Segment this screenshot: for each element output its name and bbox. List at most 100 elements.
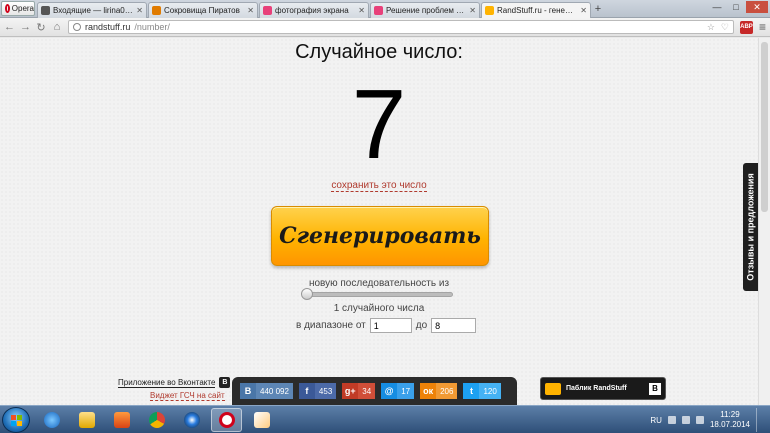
tab-title: Входящие — lirina07@ra xyxy=(53,6,133,15)
share-mail-button[interactable]: @17 xyxy=(381,383,415,399)
media-player-icon xyxy=(113,412,130,428)
range-to-label: до xyxy=(415,320,428,331)
url-host: randstuff.ru xyxy=(85,22,131,32)
share-count: 17 xyxy=(397,383,415,399)
bookmark-star-icon[interactable]: ☆ xyxy=(707,22,715,33)
taskbar-ie[interactable] xyxy=(36,408,67,432)
mail-icon xyxy=(41,6,50,15)
new-tab-button[interactable]: + xyxy=(592,2,604,16)
vk-app-link[interactable]: Приложение во Вконтакте B xyxy=(118,377,231,388)
tray-arrow-icon[interactable] xyxy=(667,416,676,424)
google-plus-icon: g+ xyxy=(342,383,359,399)
taskbar-apps xyxy=(36,408,277,432)
slider-knob[interactable] xyxy=(301,288,313,300)
home-icon[interactable]: ⌂ xyxy=(52,21,62,33)
vk-icon xyxy=(263,6,272,15)
share-count: 206 xyxy=(436,383,458,399)
volume-icon[interactable] xyxy=(695,416,704,424)
share-count: 440 092 xyxy=(256,383,293,399)
share-bar: B 440 092 f 453 g+ 34 @17 ок 206 t 120 xyxy=(232,377,517,405)
internet-explorer-icon xyxy=(43,412,60,428)
taskbar-app5[interactable] xyxy=(176,408,207,432)
share-facebook-button[interactable]: f 453 xyxy=(298,383,337,399)
paint-icon xyxy=(253,412,270,428)
browser-tab[interactable]: Сокровища Пиратов ✕ xyxy=(148,2,258,18)
odnoklassniki-icon: ок xyxy=(420,383,437,399)
browser-toolbar: ← → ↻ ⌂ randstuff.ru/number/ ☆ ♡ ABP ≡ xyxy=(0,18,770,37)
folder-icon xyxy=(78,412,95,428)
back-icon[interactable]: ← xyxy=(4,21,15,33)
browser-tab[interactable]: RandStuff.ru - генератор ✕ xyxy=(481,2,591,18)
taskbar-chrome[interactable] xyxy=(141,408,172,432)
address-bar[interactable]: randstuff.ru/number/ ☆ ♡ xyxy=(68,20,734,34)
count-slider[interactable] xyxy=(301,288,453,300)
browser-tab[interactable]: фотография экрана ✕ xyxy=(259,2,369,18)
range-from-input[interactable] xyxy=(369,318,412,333)
save-number-link[interactable]: сохранить это число xyxy=(331,180,427,192)
browser-tab[interactable]: Входящие — lirina07@ra✕ xyxy=(37,2,147,18)
taskbar-explorer[interactable] xyxy=(71,408,102,432)
opera-menu-label: Opera xyxy=(11,4,34,13)
share-vk-button[interactable]: B 440 092 xyxy=(240,383,293,399)
vk-icon: B xyxy=(649,382,661,395)
start-button[interactable] xyxy=(2,407,30,433)
window-controls: — □ ✕ xyxy=(708,1,768,13)
opera-icon xyxy=(218,412,235,428)
share-count: 120 xyxy=(479,383,501,399)
windows-taskbar: RU 11:29 18.07.2014 xyxy=(0,405,770,433)
randstuff-logo-icon xyxy=(545,382,561,395)
widget-link[interactable]: Виджет ГСЧ на сайт xyxy=(150,391,225,401)
page-title: Случайное число: xyxy=(295,41,463,63)
browser-tab[interactable]: Решение проблем - Отв ✕ xyxy=(370,2,480,18)
tab-close-icon[interactable]: ✕ xyxy=(469,6,476,15)
sequence-label: новую последовательность из xyxy=(308,278,450,289)
taskbar-media[interactable] xyxy=(106,408,137,432)
adblock-icon[interactable]: ABP xyxy=(739,20,753,34)
answers-icon xyxy=(374,6,383,15)
clock-time: 11:29 xyxy=(720,410,740,419)
generate-button[interactable]: Сгенерировать xyxy=(271,206,489,266)
system-tray: RU 11:29 18.07.2014 xyxy=(650,408,766,432)
app-icon xyxy=(183,412,200,428)
reload-icon[interactable]: ↻ xyxy=(36,21,46,34)
network-icon[interactable] xyxy=(681,416,690,424)
close-window-icon[interactable]: ✕ xyxy=(746,1,768,13)
clock[interactable]: 11:29 18.07.2014 xyxy=(710,410,750,430)
feedback-label: Отзывы и предложения xyxy=(745,173,756,281)
url-path: /number/ xyxy=(134,22,170,32)
language-indicator[interactable]: RU xyxy=(650,416,662,425)
minimize-icon[interactable]: — xyxy=(708,1,726,13)
forward-icon[interactable]: → xyxy=(20,21,31,33)
share-twitter-button[interactable]: t 120 xyxy=(463,383,501,399)
range-from-label: в диапазоне от xyxy=(296,320,366,331)
range-to-input[interactable] xyxy=(431,318,477,333)
public-randstuff-button[interactable]: Паблик RandStuff B xyxy=(540,377,666,400)
facebook-icon: f xyxy=(298,383,315,399)
maximize-icon[interactable]: □ xyxy=(727,1,745,13)
mail-icon: @ xyxy=(381,383,398,399)
menu-icon[interactable]: ≡ xyxy=(759,20,766,34)
heart-icon[interactable]: ♡ xyxy=(721,22,729,33)
taskbar-opera[interactable] xyxy=(211,408,242,432)
tab-title: Решение проблем - Отв xyxy=(386,6,467,15)
feedback-tab[interactable]: Отзывы и предложения xyxy=(743,163,758,291)
taskbar-paint[interactable] xyxy=(246,408,277,432)
save-number-link-wrap: сохранить это число xyxy=(0,180,758,192)
windows-flag-icon xyxy=(11,415,22,426)
show-desktop-button[interactable] xyxy=(756,408,766,432)
clock-date: 18.07.2014 xyxy=(709,420,750,429)
share-google-plus-button[interactable]: g+ 34 xyxy=(342,383,376,399)
count-label: 1 случайного числа xyxy=(333,303,425,314)
tab-close-icon[interactable]: ✕ xyxy=(358,6,365,15)
tab-close-icon[interactable]: ✕ xyxy=(580,6,587,15)
randstuff-icon xyxy=(485,6,494,15)
opera-menu-button[interactable]: Opera xyxy=(1,1,35,16)
page-scrollbar[interactable] xyxy=(758,38,770,405)
range-controls: в диапазоне от до xyxy=(296,318,477,333)
share-odnoklassniki-button[interactable]: ок 206 xyxy=(420,383,458,399)
scrollbar-thumb[interactable] xyxy=(761,42,768,212)
tab-close-icon[interactable]: ✕ xyxy=(247,6,254,15)
random-number: 7 xyxy=(351,69,407,179)
opera-logo-icon xyxy=(5,4,10,13)
tab-close-icon[interactable]: ✕ xyxy=(136,6,143,15)
